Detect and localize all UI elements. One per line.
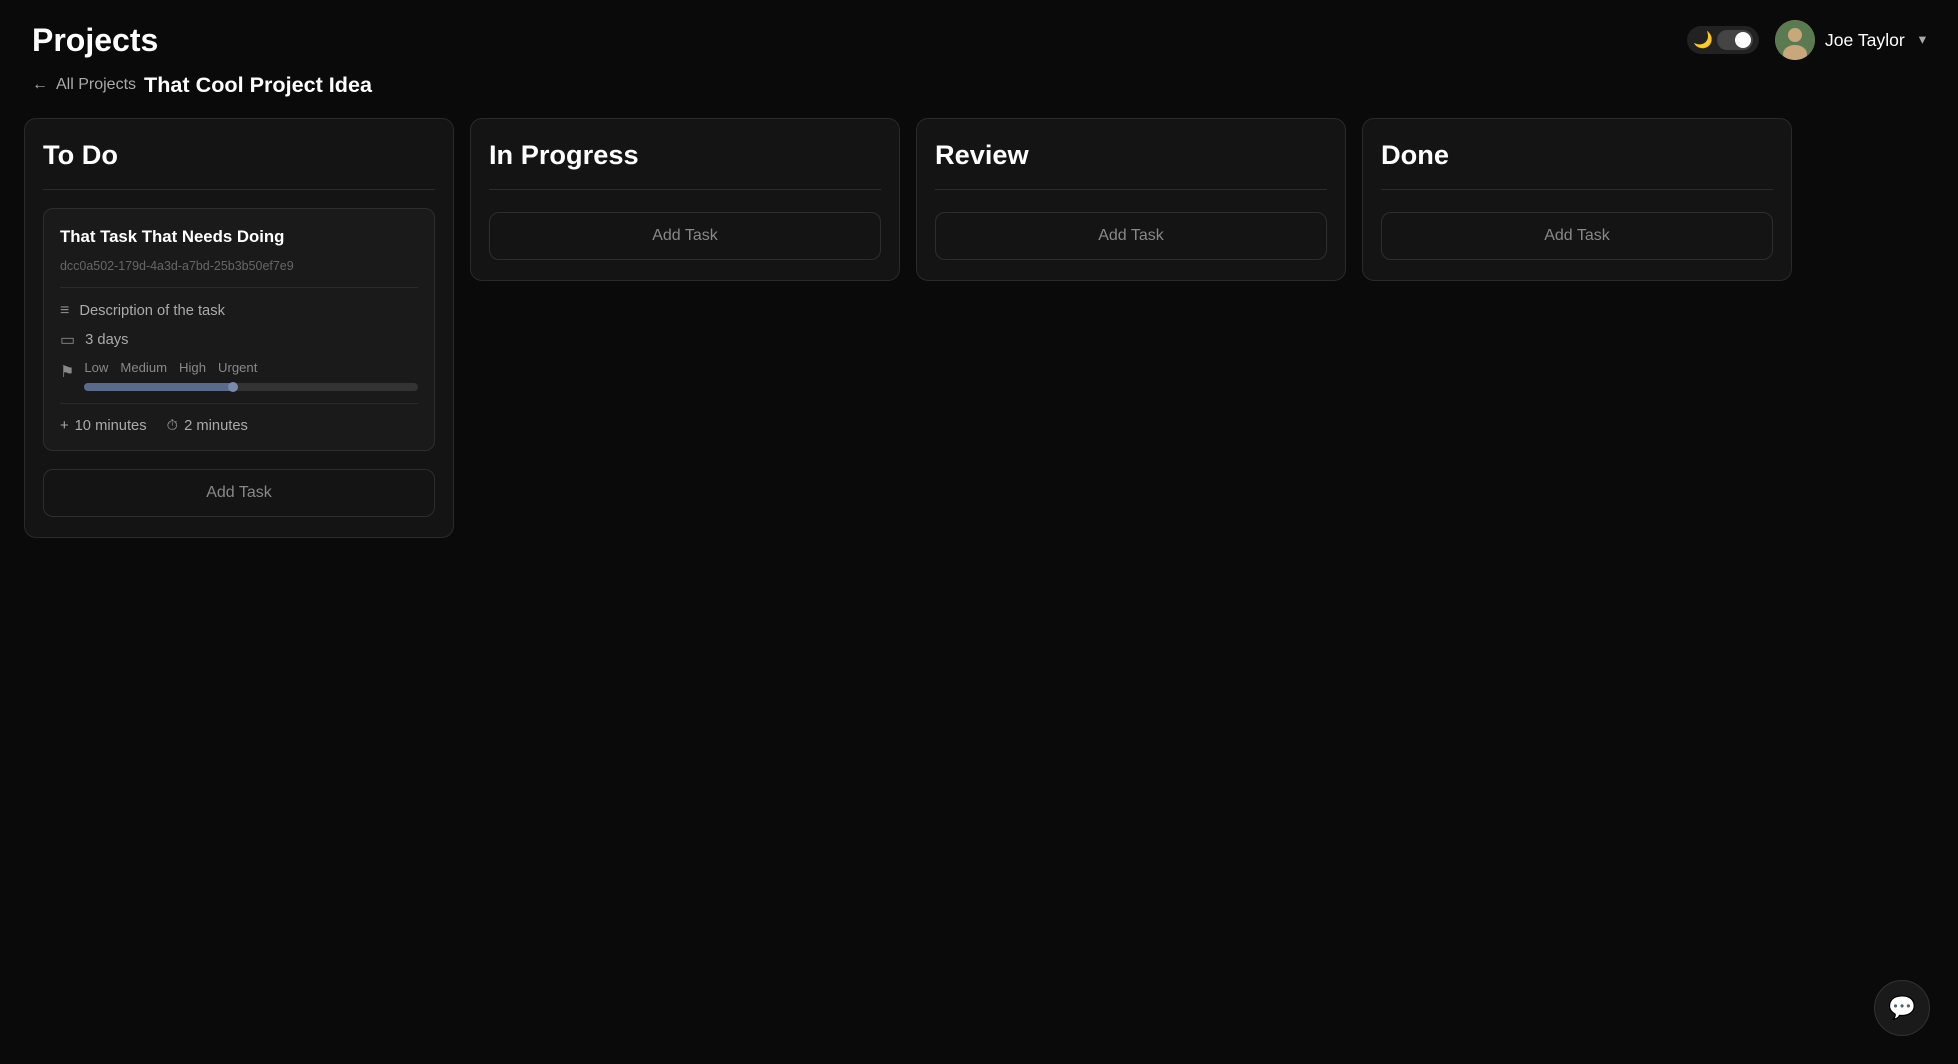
priority-medium: Medium <box>120 360 167 375</box>
column-in-progress-title: In Progress <box>489 139 881 171</box>
dark-mode-toggle[interactable]: 🌙 <box>1687 26 1759 54</box>
time-estimate-item: + 10 minutes <box>60 418 147 434</box>
task-description: Description of the task <box>79 303 225 319</box>
user-section[interactable]: Joe Taylor ▾ <box>1775 20 1926 60</box>
flag-icon: ⚑ <box>60 362 74 382</box>
task-priority-row: ⚑ Low Medium High Urgent <box>60 360 418 391</box>
priority-labels: Low Medium High Urgent <box>84 360 418 375</box>
task-id: dcc0a502-179d-4a3d-a7bd-25b3b50ef7e9 <box>60 259 418 273</box>
priority-content: Low Medium High Urgent <box>84 360 418 391</box>
priority-bar[interactable] <box>84 383 418 391</box>
moon-icon: 🌙 <box>1693 30 1713 50</box>
task-duration: 3 days <box>85 332 128 348</box>
add-task-button-done[interactable]: Add Task <box>1381 212 1773 260</box>
task-card-divider <box>60 287 418 288</box>
column-divider <box>935 189 1327 190</box>
time-spent: 2 minutes <box>184 418 248 434</box>
column-divider <box>1381 189 1773 190</box>
task-duration-row: ▭ 3 days <box>60 330 418 350</box>
all-projects-link[interactable]: All Projects <box>56 76 136 94</box>
user-name: Joe Taylor <box>1825 30 1905 51</box>
priority-high: High <box>179 360 206 375</box>
add-task-button-in-progress[interactable]: Add Task <box>489 212 881 260</box>
kanban-board: To Do That Task That Needs Doing dcc0a50… <box>0 118 1958 538</box>
column-todo: To Do That Task That Needs Doing dcc0a50… <box>24 118 454 538</box>
header: Projects 🌙 Joe Taylor ▾ <box>0 0 1958 72</box>
priority-urgent: Urgent <box>218 360 257 375</box>
chevron-down-icon: ▾ <box>1919 32 1926 48</box>
task-description-row: ≡ Description of the task <box>60 302 418 320</box>
priority-marker <box>228 382 238 392</box>
task-time-row: + 10 minutes ⏱ 2 minutes <box>60 418 418 434</box>
back-button[interactable]: ← <box>32 76 48 94</box>
column-review-title: Review <box>935 139 1327 171</box>
clock-icon: ⏱ <box>167 418 178 434</box>
calendar-icon: ▭ <box>60 330 75 350</box>
task-footer-divider <box>60 403 418 404</box>
breadcrumb: ← All Projects That Cool Project Idea <box>0 72 1958 118</box>
description-icon: ≡ <box>60 302 69 320</box>
plus-icon: + <box>60 418 69 434</box>
task-card[interactable]: That Task That Needs Doing dcc0a502-179d… <box>43 208 435 451</box>
chat-fab-button[interactable]: 💬 <box>1874 980 1930 1036</box>
add-task-button-todo[interactable]: Add Task <box>43 469 435 517</box>
column-done-title: Done <box>1381 139 1773 171</box>
priority-bar-fill <box>84 383 234 391</box>
column-todo-title: To Do <box>43 139 435 171</box>
current-project-title: That Cool Project Idea <box>144 72 372 98</box>
time-spent-item: ⏱ 2 minutes <box>167 418 248 434</box>
chat-icon: 💬 <box>1888 995 1916 1021</box>
column-done: Done Add Task <box>1362 118 1792 281</box>
priority-low: Low <box>84 360 108 375</box>
column-review: Review Add Task <box>916 118 1346 281</box>
column-divider <box>489 189 881 190</box>
time-estimate: 10 minutes <box>75 418 147 434</box>
column-in-progress: In Progress Add Task <box>470 118 900 281</box>
column-divider <box>43 189 435 190</box>
header-right: 🌙 Joe Taylor ▾ <box>1687 20 1926 60</box>
toggle-knob <box>1735 32 1751 48</box>
toggle-track <box>1717 30 1753 50</box>
app-title: Projects <box>32 22 158 59</box>
task-title: That Task That Needs Doing <box>60 225 418 249</box>
add-task-button-review[interactable]: Add Task <box>935 212 1327 260</box>
avatar <box>1775 20 1815 60</box>
